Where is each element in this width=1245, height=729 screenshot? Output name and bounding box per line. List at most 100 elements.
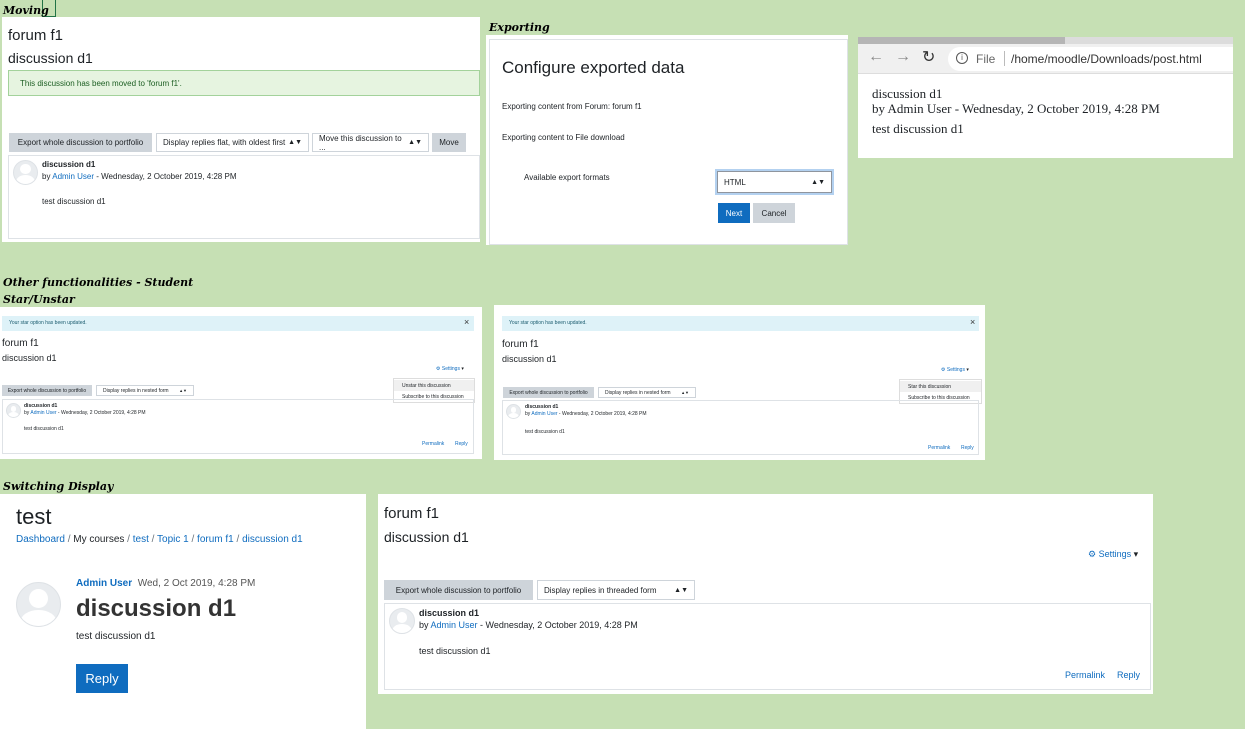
forum-title: forum f1 bbox=[2, 338, 39, 349]
close-icon[interactable]: × bbox=[970, 317, 975, 327]
discussion-title: discussion d1 bbox=[384, 529, 469, 545]
info-icon: i bbox=[956, 52, 968, 64]
export-portfolio-button[interactable]: Export whole discussion to portfolio bbox=[503, 387, 594, 398]
label-exporting: Exporting bbox=[489, 21, 550, 34]
export-portfolio-button[interactable]: Export whole discussion to portfolio bbox=[9, 133, 152, 152]
star-panel-unstar: Your star option has been updated. × for… bbox=[0, 307, 482, 459]
close-icon[interactable]: × bbox=[464, 317, 469, 327]
permalink-link[interactable]: Permalink bbox=[1065, 670, 1105, 680]
label-star: Star/Unstar bbox=[3, 293, 75, 306]
formats-label: Available export formats bbox=[524, 173, 610, 182]
page-body: test discussion d1 bbox=[872, 121, 964, 136]
post-date: - Wednesday, 2 October 2019, 4:28 PM bbox=[56, 410, 146, 416]
address-bar[interactable]: i File /home/moodle/Downloads/post.html bbox=[948, 47, 1233, 71]
breadcrumb-dashboard[interactable]: Dashboard bbox=[16, 534, 65, 545]
gear-icon: ⚙ bbox=[436, 366, 441, 372]
forum-title: forum f1 bbox=[502, 339, 539, 350]
course-title: test bbox=[16, 504, 52, 529]
breadcrumb: Dashboard / My courses / test / Topic 1 … bbox=[16, 534, 303, 545]
author-link[interactable]: Admin User bbox=[30, 410, 56, 416]
breadcrumb-forum[interactable]: forum f1 bbox=[197, 534, 234, 545]
reply-link[interactable]: Reply bbox=[961, 445, 974, 451]
display-mode-select[interactable]: Display replies in nested form ▲▼ bbox=[96, 385, 194, 396]
reply-link[interactable]: Reply bbox=[455, 441, 468, 447]
move-button[interactable]: Move bbox=[432, 133, 466, 152]
star-panel-star: Your star option has been updated. × for… bbox=[494, 305, 985, 460]
display-mode-select[interactable]: Display replies flat, with oldest first ▲… bbox=[156, 133, 309, 152]
next-button[interactable]: Next bbox=[718, 203, 750, 223]
author-link[interactable]: Admin User bbox=[431, 620, 478, 630]
post-byline: by Admin User - Wednesday, 2 October 201… bbox=[42, 172, 236, 181]
select-caret-icon: ▲▼ bbox=[681, 390, 689, 395]
avatar bbox=[16, 582, 61, 627]
export-portfolio-button[interactable]: Export whole discussion to portfolio bbox=[2, 385, 92, 396]
breadcrumb-topic[interactable]: Topic 1 bbox=[157, 534, 189, 545]
export-from: Exporting content from Forum: forum f1 bbox=[502, 102, 642, 111]
move-discussion-select[interactable]: Move this discussion to ... ▲▼ bbox=[312, 133, 429, 152]
url-text: /home/moodle/Downloads/post.html bbox=[1011, 52, 1202, 66]
post-byline: by Admin User - Wednesday, 2 October 201… bbox=[525, 411, 647, 417]
breadcrumb-discussion[interactable]: discussion d1 bbox=[242, 534, 303, 545]
file-label: File bbox=[976, 52, 996, 66]
unstar-menu-item[interactable]: Unstar this discussion bbox=[402, 383, 451, 389]
author-link[interactable]: Admin User bbox=[531, 411, 557, 417]
post-meta: Admin User Wed, 2 Oct 2019, 4:28 PM bbox=[76, 578, 255, 589]
star-alert-text: Your star option has been updated. bbox=[509, 320, 587, 326]
avatar bbox=[506, 404, 521, 419]
breadcrumb-course[interactable]: test bbox=[133, 534, 149, 545]
discussion-title: discussion d1 bbox=[8, 50, 93, 66]
post-title: discussion d1 bbox=[42, 160, 96, 169]
post-date: - Wednesday, 2 October 2019, 4:28 PM bbox=[94, 172, 237, 181]
reload-icon[interactable]: ↻ bbox=[922, 47, 935, 67]
switch-panel-single: test Dashboard / My courses / test / Top… bbox=[0, 494, 366, 729]
post-title: discussion d1 bbox=[24, 403, 58, 409]
browser-toolbar: ← → ↻ i File /home/moodle/Downloads/post… bbox=[858, 44, 1233, 74]
post-date: Wed, 2 Oct 2019, 4:28 PM bbox=[137, 578, 256, 589]
post-date: - Wednesday, 2 October 2019, 4:28 PM bbox=[477, 620, 638, 630]
permalink-link[interactable]: Permalink bbox=[928, 445, 950, 451]
chevron-down-icon: ▾ bbox=[966, 367, 969, 373]
discussion-title: discussion d1 bbox=[2, 353, 57, 363]
reply-link[interactable]: Reply bbox=[1117, 670, 1140, 680]
cancel-button[interactable]: Cancel bbox=[753, 203, 795, 223]
post-card: discussion d1 by Admin User - Wednesday,… bbox=[8, 155, 480, 239]
export-portfolio-button[interactable]: Export whole discussion to portfolio bbox=[384, 580, 533, 600]
page-byline: by Admin User - Wednesday, 2 October 201… bbox=[872, 101, 1160, 116]
forward-icon[interactable]: → bbox=[895, 48, 911, 66]
export-format-value: HTML bbox=[724, 177, 746, 187]
display-mode-value: Display replies in nested form bbox=[605, 389, 671, 396]
display-mode-value: Display replies in nested form bbox=[103, 387, 169, 394]
display-mode-value: Display replies in threaded form bbox=[544, 585, 657, 595]
star-alert: Your star option has been updated. × bbox=[2, 316, 474, 331]
select-caret-icon: ▲▼ bbox=[408, 139, 422, 146]
author-link[interactable]: Admin User bbox=[76, 578, 132, 589]
display-mode-select[interactable]: Display replies in nested form ▲▼ bbox=[598, 387, 696, 398]
label-switching: Switching Display bbox=[3, 480, 114, 493]
display-mode-select[interactable]: Display replies in threaded form ▲▼ bbox=[537, 580, 695, 600]
moving-panel: forum f1 discussion d1 This discussion h… bbox=[2, 17, 480, 242]
select-caret-icon: ▲▼ bbox=[288, 139, 302, 146]
avatar bbox=[13, 160, 38, 185]
move-discussion-value: Move this discussion to ... bbox=[319, 133, 402, 152]
settings-menu-toggle[interactable]: ⚙ Settings ▾ bbox=[1088, 549, 1138, 560]
post-card: discussion d1 by Admin User - Wednesday,… bbox=[2, 399, 474, 454]
permalink-link[interactable]: Permalink bbox=[422, 441, 444, 447]
post-title: discussion d1 bbox=[525, 404, 559, 410]
settings-menu-toggle[interactable]: ⚙ Settings ▾ bbox=[941, 367, 969, 373]
browser-tab-strip bbox=[858, 37, 1065, 44]
settings-menu-toggle[interactable]: ⚙ Settings ▾ bbox=[436, 366, 464, 372]
select-caret-icon: ▲▼ bbox=[179, 388, 187, 393]
reply-button[interactable]: Reply bbox=[76, 664, 128, 693]
settings-label: Settings bbox=[946, 367, 965, 373]
byline-prefix: by bbox=[419, 620, 431, 630]
export-format-select[interactable]: HTML ▲▼ bbox=[717, 171, 832, 193]
moved-alert-text: This discussion has been moved to 'forum… bbox=[20, 79, 182, 88]
post-date: - Wednesday, 2 October 2019, 4:28 PM bbox=[557, 411, 647, 417]
label-moving: Moving bbox=[3, 4, 49, 17]
back-icon[interactable]: ← bbox=[868, 48, 884, 66]
star-menu-item[interactable]: Star this discussion bbox=[908, 384, 951, 390]
author-link[interactable]: Admin User bbox=[52, 172, 94, 181]
avatar bbox=[389, 608, 415, 634]
post-body: test discussion d1 bbox=[525, 429, 565, 435]
star-alert: Your star option has been updated. × bbox=[502, 316, 979, 331]
